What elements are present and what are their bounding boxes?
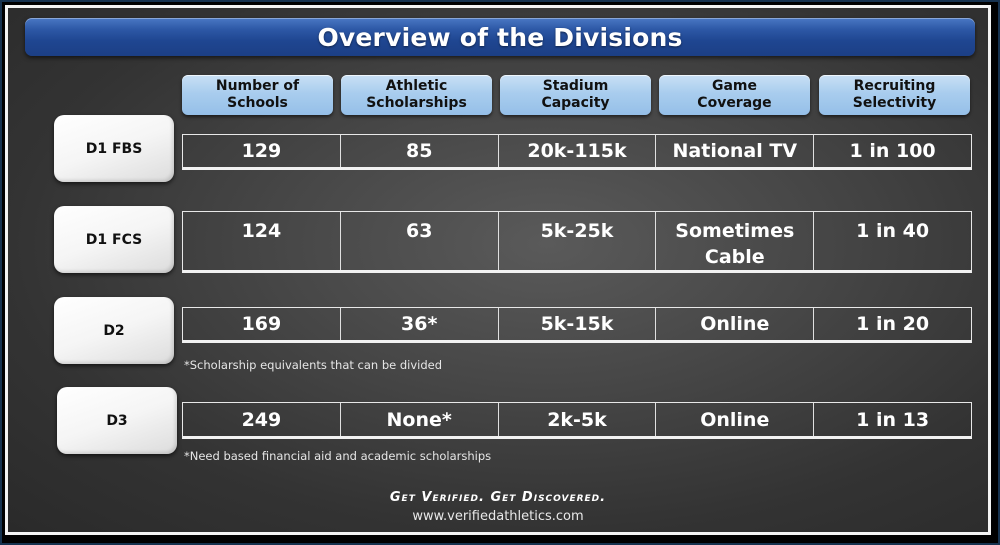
row-label-d2: D2 <box>54 297 174 364</box>
row-label-d1-fcs: D1 FCS <box>54 206 174 273</box>
table-row-d2: 169 36* 5k-15k Online 1 in 20 <box>182 307 972 343</box>
row-label-d3: D3 <box>57 387 177 454</box>
cell-recruiting-selectivity: 1 in 40 <box>856 220 930 242</box>
cell-athletic-scholarships: 36* <box>341 308 499 340</box>
column-header-stadium-capacity: Stadium Capacity <box>500 75 651 115</box>
cell-stadium-capacity: 20k-115k <box>499 135 657 167</box>
column-header-athletic-scholarships: Athletic Scholarships <box>341 75 492 115</box>
footnote-d3: *Need based financial aid and academic s… <box>184 449 492 463</box>
cell-game-coverage: Sometimes Cable <box>656 212 815 270</box>
cell-game-coverage: National TV <box>656 135 815 167</box>
footnote-d2: *Scholarship equivalents that can be div… <box>184 358 443 372</box>
cell-athletic-scholarships: 85 <box>341 135 499 167</box>
row-label-d1-fbs: D1 FBS <box>54 115 174 182</box>
cell-athletic-scholarships: None* <box>341 403 499 436</box>
table-row-d3: 249 None* 2k-5k Online 1 in 13 <box>182 402 972 439</box>
title-bar: Overview of the Divisions <box>25 18 975 56</box>
cell-recruiting-selectivity: 1 in 100 <box>849 140 936 162</box>
cell-number-of-schools: 124 <box>183 212 341 270</box>
cell-number-of-schools: 169 <box>183 308 341 340</box>
table-row-d1-fbs: 129 85 20k-115k National TV 1 in 100 <box>182 134 972 170</box>
cell-game-coverage: Online <box>656 403 815 436</box>
footer-tagline: Get Verified. Get Discovered. <box>389 490 607 505</box>
footer-url: www.verifiedathletics.com <box>412 509 584 524</box>
column-header-number-of-schools: Number of Schools <box>182 75 333 115</box>
page-title: Overview of the Divisions <box>317 22 683 52</box>
slide-panel: Overview of the Divisions Number of Scho… <box>5 5 991 535</box>
cell-recruiting-selectivity: 1 in 13 <box>856 408 930 431</box>
table-row-d1-fcs: 124 63 5k-25k Sometimes Cable 1 in 40 <box>182 211 972 273</box>
cell-recruiting-selectivity: 1 in 20 <box>856 313 930 335</box>
cell-athletic-scholarships: 63 <box>341 212 499 270</box>
cell-stadium-capacity: 5k-25k <box>499 212 657 270</box>
cell-number-of-schools: 249 <box>183 403 341 436</box>
cell-game-coverage: Online <box>656 308 815 340</box>
cell-number-of-schools: 129 <box>183 135 341 167</box>
column-header-recruiting-selectivity: Recruiting Selectivity <box>819 75 970 115</box>
cell-stadium-capacity: 5k-15k <box>499 308 657 340</box>
cell-stadium-capacity: 2k-5k <box>499 403 657 436</box>
column-header-game-coverage: Game Coverage <box>659 75 810 115</box>
